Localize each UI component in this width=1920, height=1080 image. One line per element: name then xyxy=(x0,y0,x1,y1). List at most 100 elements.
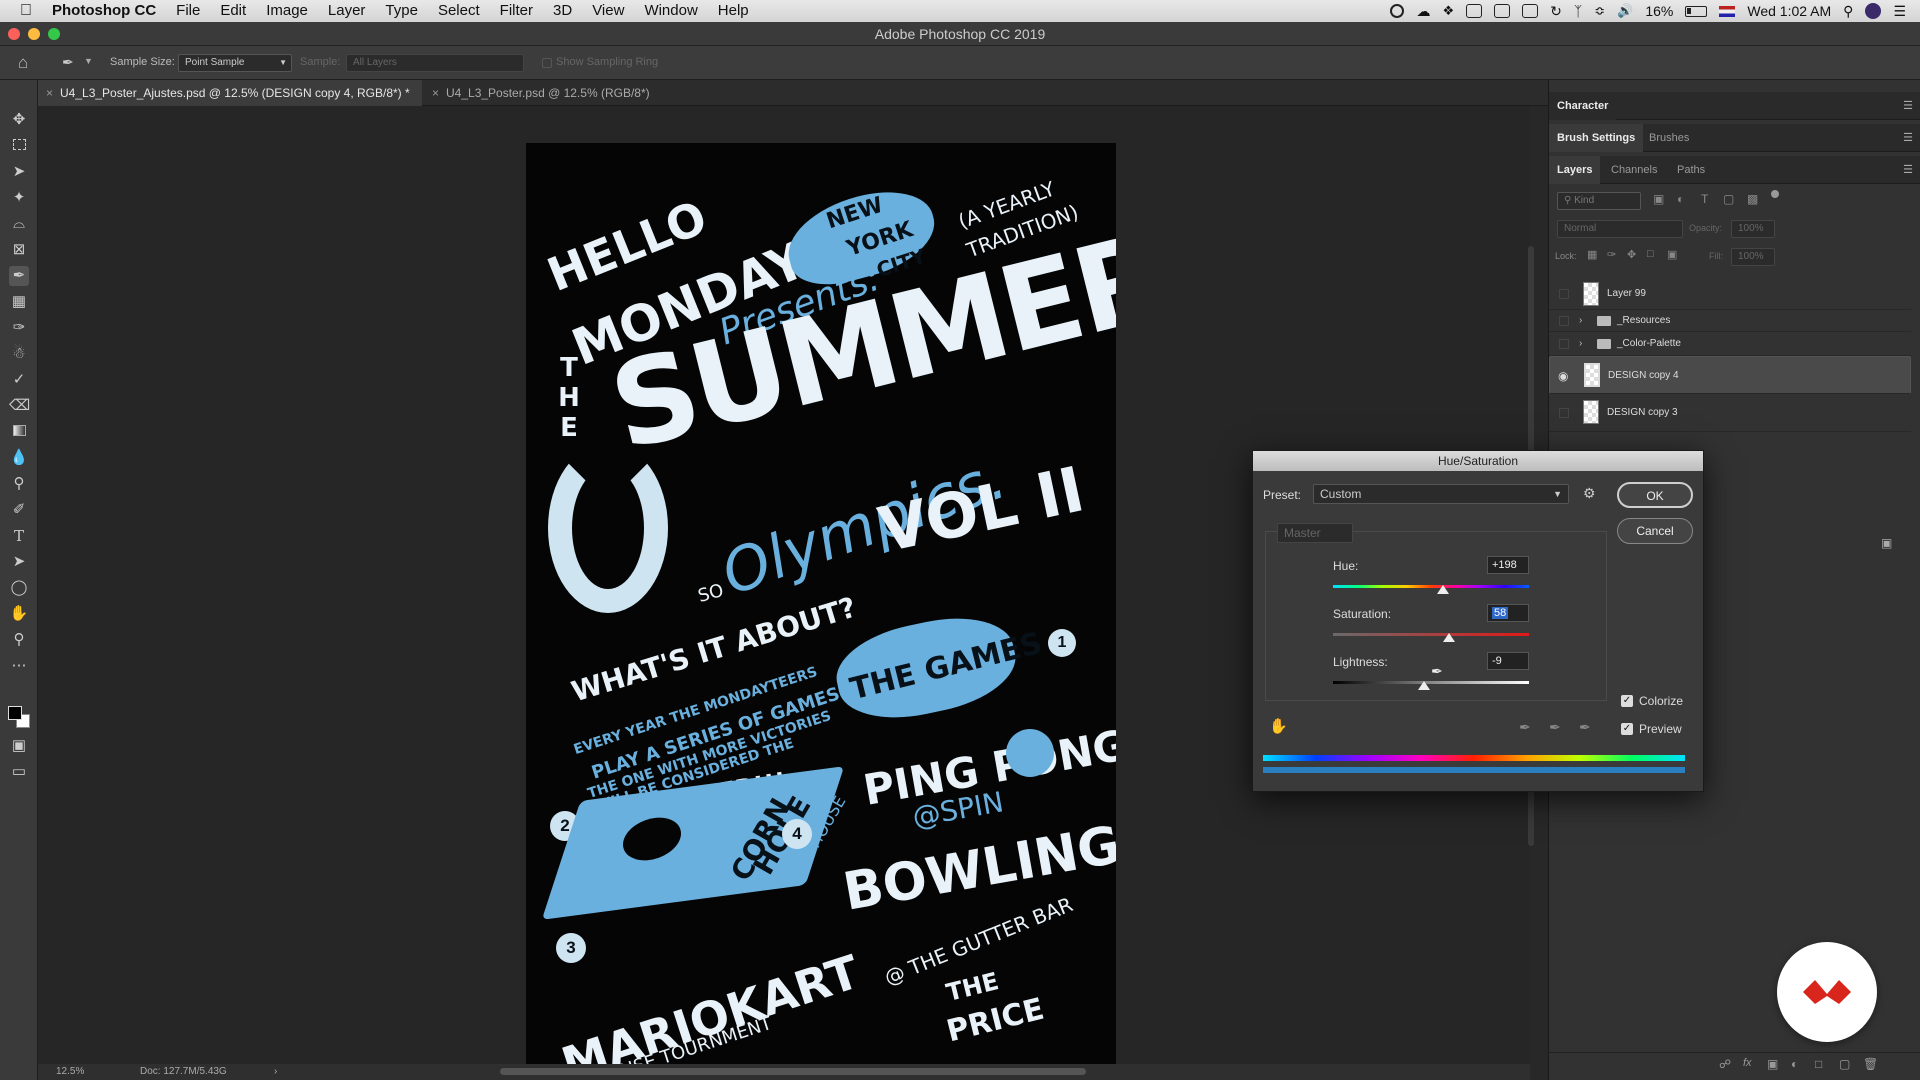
apple-icon[interactable]:  xyxy=(0,0,42,22)
screen-mode-icon[interactable]: ▭ xyxy=(9,762,29,782)
eye-icon[interactable]: ◉ xyxy=(1558,357,1568,395)
tab-brushes[interactable]: Brushes xyxy=(1641,124,1697,152)
menu-help[interactable]: Help xyxy=(708,0,759,22)
menu-window[interactable]: Window xyxy=(634,0,707,22)
pen-tool-icon[interactable]: ✐ xyxy=(9,500,29,520)
visibility-toggle[interactable] xyxy=(1559,408,1569,418)
close-tab-icon[interactable]: × xyxy=(46,80,53,106)
move-tool-icon[interactable]: ✥ xyxy=(9,110,29,130)
history-brush-tool-icon[interactable]: ✓ xyxy=(9,370,29,390)
saturation-slider-thumb[interactable] xyxy=(1443,633,1455,642)
notification-center-icon[interactable]: ☰ xyxy=(1893,3,1906,20)
opacity-field[interactable]: 100% xyxy=(1731,220,1775,238)
filter-type-icon[interactable]: T xyxy=(1701,192,1708,206)
add-mask-icon[interactable]: ▣ xyxy=(1767,1057,1778,1071)
lock-artboard-icon[interactable]: □ xyxy=(1647,248,1654,260)
lightness-field[interactable]: -9 xyxy=(1487,652,1529,670)
menu-app-name[interactable]: Photoshop CC xyxy=(42,0,166,22)
spotlight-icon[interactable]: ⚲ xyxy=(1843,3,1853,20)
clone-stamp-tool-icon[interactable]: ☃ xyxy=(9,344,29,364)
show-sampling-ring-checkbox[interactable] xyxy=(542,58,552,68)
home-icon[interactable]: ⌂ xyxy=(18,53,28,73)
new-layer-icon[interactable]: ▢ xyxy=(1839,1057,1850,1071)
frame-tool-icon[interactable]: ⊠ xyxy=(9,240,29,260)
close-window-button[interactable] xyxy=(8,28,20,40)
marquee-tool-icon[interactable] xyxy=(9,136,29,156)
filter-pixel-icon[interactable]: ▣ xyxy=(1653,192,1664,206)
wifi-icon[interactable]: ≎ xyxy=(1594,3,1605,19)
menu-view[interactable]: View xyxy=(582,0,634,22)
layer-row-design-copy-3[interactable]: DESIGN copy 3 xyxy=(1549,394,1911,432)
type-tool-icon[interactable]: T xyxy=(9,526,29,546)
zoom-level[interactable]: 12.5% xyxy=(56,1064,84,1080)
colorize-checkbox[interactable]: ✓ xyxy=(1621,695,1633,707)
targeted-adjustment-hand-icon[interactable]: ✋ xyxy=(1269,717,1288,735)
eyedropper-subtract-icon[interactable]: ✒ xyxy=(1579,719,1591,736)
cancel-button[interactable]: Cancel xyxy=(1617,518,1693,544)
menu-image[interactable]: Image xyxy=(256,0,318,22)
record-icon[interactable] xyxy=(1390,4,1405,18)
healing-brush-tool-icon[interactable]: ▦ xyxy=(9,292,29,312)
chevron-right-icon[interactable]: › xyxy=(1579,310,1582,332)
blur-tool-icon[interactable]: 💧 xyxy=(9,448,29,468)
lightness-slider-thumb[interactable] xyxy=(1418,681,1430,690)
hue-field[interactable]: +198 xyxy=(1487,556,1529,574)
minimize-window-button[interactable] xyxy=(28,28,40,40)
battery-icon[interactable] xyxy=(1685,5,1708,17)
visibility-toggle[interactable] xyxy=(1559,316,1569,326)
cloud-icon[interactable]: ☁ xyxy=(1416,3,1430,20)
tab-layers[interactable]: Layers xyxy=(1549,156,1601,184)
chevron-down-icon[interactable]: ▼ xyxy=(84,56,93,66)
foreground-color-swatch[interactable] xyxy=(8,706,22,720)
magic-wand-tool-icon[interactable]: ✦ xyxy=(9,188,29,208)
dodge-tool-icon[interactable]: ⚲ xyxy=(9,474,29,494)
menu-filter[interactable]: Filter xyxy=(490,0,543,22)
tab-channels[interactable]: Channels xyxy=(1603,156,1665,184)
visibility-toggle[interactable] xyxy=(1559,289,1569,299)
eyedropper-add-icon[interactable]: ✒ xyxy=(1549,719,1561,736)
blend-mode-select[interactable]: Normal xyxy=(1557,220,1683,238)
filter-shape-icon[interactable]: ▢ xyxy=(1723,192,1734,206)
menu-select[interactable]: Select xyxy=(428,0,490,22)
hue-slider-track[interactable] xyxy=(1333,585,1529,588)
colorize-label[interactable]: Colorize xyxy=(1639,694,1683,708)
filter-toggle-icon[interactable] xyxy=(1771,190,1779,198)
quick-mask-icon[interactable]: ▣ xyxy=(9,736,29,756)
panel-menu-icon[interactable]: ☰ xyxy=(1903,156,1913,184)
layer-row-design-copy-4[interactable]: ◉ DESIGN copy 4 xyxy=(1549,356,1911,394)
layer-row-color-palette[interactable]: › _Color-Palette xyxy=(1549,332,1911,356)
chevron-right-icon[interactable]: › xyxy=(1579,332,1582,356)
volume-icon[interactable]: 🔊 xyxy=(1617,3,1633,19)
saturation-field[interactable]: 58 xyxy=(1487,604,1529,622)
menu-layer[interactable]: Layer xyxy=(318,0,376,22)
eyedropper-icon[interactable]: ✒ xyxy=(1519,719,1531,736)
tab-brush-settings[interactable]: Brush Settings xyxy=(1549,124,1644,152)
crop-tool-icon[interactable]: ⌓ xyxy=(9,214,29,234)
filter-adjustment-icon[interactable]: ◐ xyxy=(1677,192,1684,206)
user-avatar-icon[interactable] xyxy=(1865,3,1882,19)
layer-filter-kind[interactable]: ⚲ Kind xyxy=(1557,192,1641,210)
sample-layers-select[interactable]: All Layers xyxy=(346,54,524,72)
zoom-window-button[interactable] xyxy=(48,28,60,40)
lightness-slider-track[interactable] xyxy=(1333,681,1529,684)
layer-row-resources[interactable]: › _Resources xyxy=(1549,310,1911,332)
filter-smart-object-icon[interactable]: ▩ xyxy=(1747,192,1758,206)
layer-row-layer-99[interactable]: Layer 99 xyxy=(1549,278,1911,310)
ok-button[interactable]: OK xyxy=(1617,482,1693,508)
flag-icon[interactable] xyxy=(1719,5,1736,17)
zoom-tool-icon[interactable]: ⚲ xyxy=(9,630,29,650)
lock-all-icon[interactable]: ▣ xyxy=(1667,248,1677,261)
menu-type[interactable]: Type xyxy=(375,0,428,22)
tab-paths[interactable]: Paths xyxy=(1669,156,1713,184)
new-group-icon[interactable]: □ xyxy=(1815,1057,1822,1071)
trash-icon[interactable]: 🗑 xyxy=(1863,1057,1878,1071)
preset-select[interactable]: Custom ▼ xyxy=(1313,484,1569,504)
lasso-tool-icon[interactable]: ➤ xyxy=(9,162,29,182)
lock-position-icon[interactable]: ✥ xyxy=(1627,248,1636,261)
bluetooth-icon[interactable]: ᛉ xyxy=(1574,3,1582,19)
fill-field[interactable]: 100% xyxy=(1731,248,1775,266)
tab-poster[interactable]: × U4_L3_Poster.psd @ 12.5% (RGB/8*) * xyxy=(424,80,664,126)
chevron-right-icon[interactable]: › xyxy=(274,1064,277,1080)
menu-edit[interactable]: Edit xyxy=(210,0,256,22)
text-icon[interactable] xyxy=(1494,4,1511,18)
